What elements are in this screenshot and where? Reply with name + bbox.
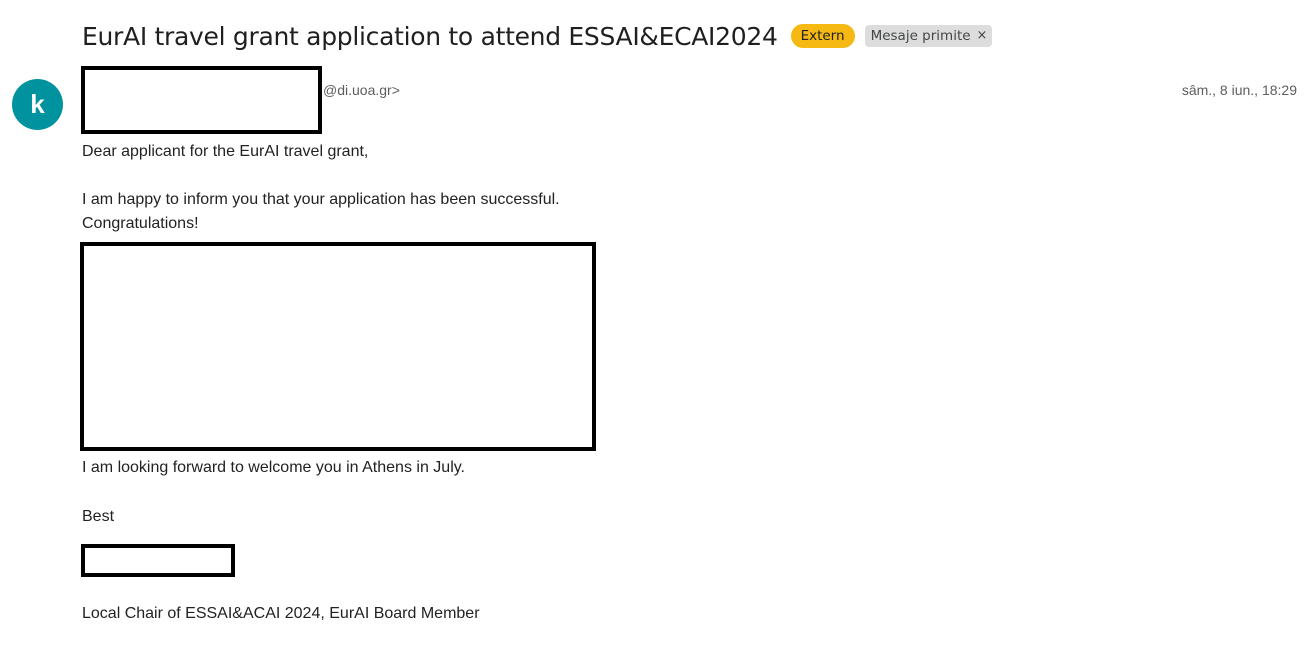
signature-title: Local Chair of ESSAI&ACAI 2024, EurAI Bo… [82, 605, 480, 622]
body-closing: Best [82, 508, 115, 525]
subject-row: EurAI travel grant application to attend… [82, 18, 993, 54]
sender-avatar[interactable]: k [12, 79, 63, 130]
email-date: sâm., 8 iun., 18:29 [1181, 82, 1297, 98]
sender-email-domain: @di.uoa.gr> [323, 82, 400, 98]
extern-badge: Extern [790, 24, 855, 48]
redacted-body-block [80, 242, 596, 451]
inbox-label-text: Mesaje primite [870, 28, 971, 44]
body-line-success: I am happy to inform you that your appli… [82, 191, 560, 208]
body-line-congratulations: Congratulations! [82, 215, 199, 232]
email-subject: EurAI travel grant application to attend… [82, 21, 778, 51]
body-greeting: Dear applicant for the EurAI travel gran… [82, 143, 369, 160]
remove-label-icon[interactable]: × [977, 25, 988, 47]
redacted-signature-name [81, 544, 235, 577]
redacted-sender-name [81, 66, 322, 134]
body-line-welcome: I am looking forward to welcome you in A… [82, 459, 465, 476]
inbox-label-chip[interactable]: Mesaje primite × [864, 25, 993, 47]
